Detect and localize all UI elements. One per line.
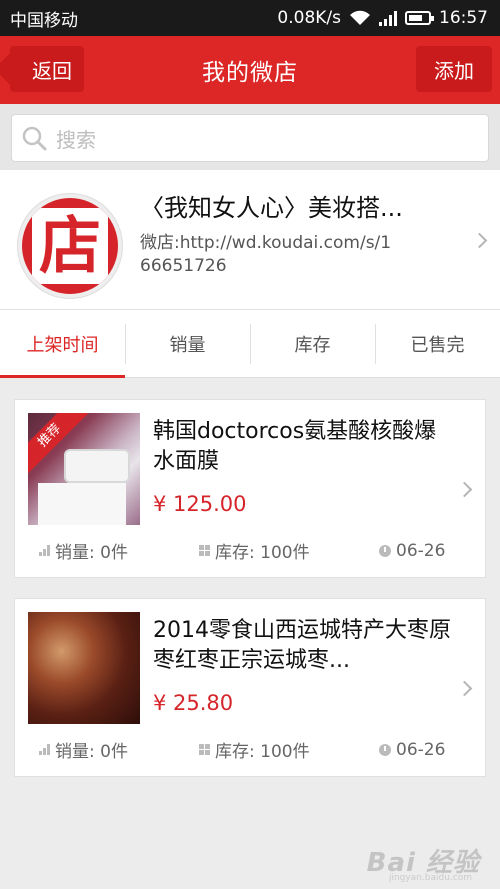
back-button-label: 返回 <box>32 58 72 83</box>
product-card[interactable]: 推荐 韩国doctorcos氨基酸核酸爆水面膜 ¥ 125.00 销量: 0件 … <box>14 399 486 578</box>
battery-icon <box>405 11 434 25</box>
sales-count: 销量: 0件 <box>55 543 128 563</box>
sales-info: 销量: 0件 <box>39 737 199 762</box>
sort-tabs: 上架时间 销量 库存 已售完 <box>0 310 500 378</box>
product-price: ¥ 25.80 <box>153 691 234 715</box>
search-bar: 搜索 <box>0 104 500 170</box>
clock-icon <box>379 743 391 756</box>
sales-info: 销量: 0件 <box>39 538 199 563</box>
product-title: 韩国doctorcos氨基酸核酸爆水面膜 <box>153 419 437 474</box>
chevron-right-icon <box>471 232 488 249</box>
shop-logo: 店 <box>18 194 122 298</box>
stock-icon <box>199 744 210 755</box>
add-button[interactable]: 添加 <box>416 46 492 92</box>
product-image: 推荐 <box>28 413 140 525</box>
stock-count: 库存: 100件 <box>215 742 310 762</box>
product-meta: 销量: 0件 库存: 100件 06-26 <box>39 737 449 762</box>
listing-date: 06-26 <box>396 739 446 760</box>
stock-icon <box>199 545 210 556</box>
listing-date: 06-26 <box>396 540 446 561</box>
product-image <box>28 612 140 724</box>
back-button[interactable]: 返回 <box>10 46 84 92</box>
date-info: 06-26 <box>379 740 445 760</box>
tab-stock[interactable]: 库存 <box>250 310 375 377</box>
app-header: 返回 我的微店 添加 <box>0 36 500 104</box>
clock: 16:57 <box>439 8 488 28</box>
search-placeholder: 搜索 <box>56 127 96 152</box>
tab-listing-time[interactable]: 上架时间 <box>0 310 125 378</box>
product-price: ¥ 125.00 <box>153 492 247 516</box>
wifi-icon <box>349 10 371 26</box>
product-title: 2014零食山西运城特产大枣原枣红枣正宗运城枣... <box>153 618 451 673</box>
product-jar <box>64 449 130 483</box>
date-info: 06-26 <box>379 541 445 561</box>
search-icon <box>22 126 47 151</box>
sales-icon <box>39 744 50 755</box>
network-speed: 0.08K/s <box>277 8 341 28</box>
tab-sold-out[interactable]: 已售完 <box>375 310 500 377</box>
carrier-label: 中国移动 <box>10 10 78 31</box>
sales-count: 销量: 0件 <box>55 742 128 762</box>
sales-icon <box>39 545 50 556</box>
tab-sales[interactable]: 销量 <box>125 310 250 377</box>
chevron-right-icon <box>456 481 473 498</box>
product-meta: 销量: 0件 库存: 100件 06-26 <box>39 538 449 563</box>
baidu-watermark-url: jingyan.baidu.com <box>388 873 472 883</box>
shop-logo-char: 店 <box>32 208 108 284</box>
search-input[interactable]: 搜索 <box>11 114 489 162</box>
status-indicators: 0.08K/s 16:57 <box>277 8 488 28</box>
stock-info: 库存: 100件 <box>199 737 379 762</box>
stock-info: 库存: 100件 <box>199 538 379 563</box>
clock-icon <box>379 544 391 557</box>
signal-icon <box>379 10 397 26</box>
shop-info-row[interactable]: 店 〈我知女人心〉美妆搭... 微店:http://wd.koudai.com/… <box>0 170 500 310</box>
stock-count: 库存: 100件 <box>215 543 310 563</box>
product-card[interactable]: 2014零食山西运城特产大枣原枣红枣正宗运城枣... ¥ 25.80 销量: 0… <box>14 598 486 777</box>
product-box <box>38 483 126 525</box>
shop-name: 〈我知女人心〉美妆搭... <box>140 194 403 222</box>
page-title: 我的微店 <box>202 60 298 86</box>
shop-url: 微店:http://wd.koudai.com/s/166651726 <box>140 233 392 276</box>
chevron-right-icon <box>456 680 473 697</box>
status-bar: 中国移动 0.08K/s 16:57 <box>0 0 500 36</box>
battery-level <box>409 15 422 21</box>
